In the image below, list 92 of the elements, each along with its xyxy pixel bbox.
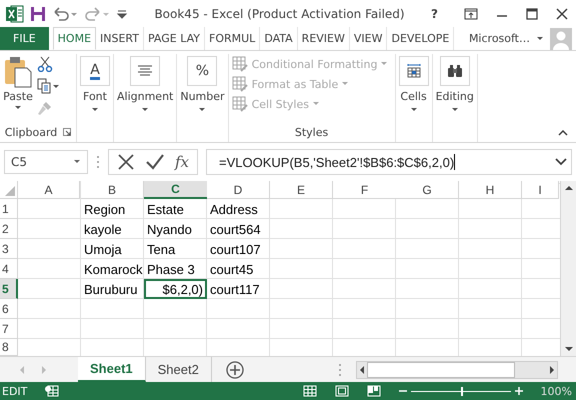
- row-header[interactable]: 7: [0, 319, 18, 339]
- table-cell-text: court117: [209, 280, 261, 298]
- expand-icon[interactable]: [555, 158, 567, 166]
- cancel-icon[interactable]: [117, 153, 135, 171]
- table-icon: [406, 64, 422, 78]
- undo-icon[interactable]: [52, 6, 78, 22]
- caret-icon: [381, 62, 388, 66]
- column-header[interactable]: D: [207, 181, 270, 199]
- table-cell-text: court564: [209, 220, 262, 238]
- copy-icon[interactable]: [37, 78, 59, 94]
- table-cell-text: court45: [209, 260, 254, 278]
- column-header[interactable]: G: [396, 181, 459, 199]
- caret-icon: [141, 107, 150, 113]
- caret-icon: [91, 107, 99, 113]
- zoom-level[interactable]: 100%: [540, 384, 572, 398]
- row-header[interactable]: 5: [0, 279, 18, 299]
- vertical-scrollbar[interactable]: [560, 181, 576, 356]
- sheet-tab[interactable]: Sheet1: [78, 357, 146, 382]
- ribbon-display-icon[interactable]: [464, 8, 478, 20]
- row-header[interactable]: 8: [0, 339, 18, 356]
- help-button[interactable]: ?: [431, 6, 438, 20]
- scrollbar-thumb[interactable]: [367, 362, 515, 378]
- column-header[interactable]: C: [144, 181, 208, 199]
- file-tab[interactable]: FILE: [0, 27, 49, 50]
- caret-icon: [14, 105, 22, 111]
- collapse-ribbon-icon[interactable]: [558, 130, 568, 136]
- row-header[interactable]: 2: [0, 219, 18, 239]
- table-cell-text: Komarock: [83, 260, 144, 278]
- binoculars-icon: [446, 64, 463, 78]
- table-icon: [232, 56, 248, 72]
- dialog-launcher-icon[interactable]: [63, 128, 72, 136]
- table-cell-text: Estate: [146, 200, 185, 218]
- ribbon-tab[interactable]: HOME: [52, 27, 96, 50]
- caret-icon[interactable]: [536, 36, 544, 42]
- table-cell-text: Umoja: [83, 240, 123, 259]
- row-header[interactable]: 6: [0, 299, 18, 319]
- customize-menu-icon[interactable]: [116, 8, 128, 20]
- name-box[interactable]: C5: [4, 150, 88, 174]
- zoom-in-icon[interactable]: [514, 387, 523, 395]
- paste-button[interactable]: Paste: [3, 54, 33, 122]
- account-name[interactable]: Microsoft…: [460, 27, 530, 50]
- caret-icon: [450, 107, 459, 113]
- excel-logo-icon: [6, 4, 24, 22]
- ribbon-button[interactable]: % Number: [180, 54, 225, 113]
- table-cell-text: Phase 3: [146, 260, 196, 278]
- page-break-icon[interactable]: [366, 385, 381, 397]
- align-lines-icon: [137, 65, 154, 77]
- normal-view-icon[interactable]: [302, 385, 317, 397]
- enter-check-icon[interactable]: [145, 153, 165, 171]
- column-header[interactable]: E: [270, 181, 333, 199]
- drag-handle-icon[interactable]: [338, 362, 342, 376]
- table-cell-text: Buruburu: [83, 280, 138, 298]
- drag-handle-icon[interactable]: [96, 155, 100, 169]
- caret-icon: [198, 107, 206, 113]
- column-header[interactable]: A: [18, 181, 80, 199]
- scissors-icon[interactable]: [37, 56, 53, 72]
- row-header[interactable]: 4: [0, 259, 18, 279]
- insert-function-button[interactable]: fx: [175, 153, 190, 171]
- row-header[interactable]: 1: [0, 199, 18, 219]
- caret-icon: [312, 102, 319, 106]
- ribbon-button[interactable]: Alignment: [117, 54, 174, 113]
- column-header[interactable]: H: [459, 181, 522, 199]
- column-header[interactable]: I: [522, 181, 559, 199]
- status-mode: EDIT: [2, 384, 28, 398]
- column-header[interactable]: F: [333, 181, 397, 199]
- close-icon[interactable]: [556, 8, 568, 20]
- macro-record-icon[interactable]: [45, 385, 60, 397]
- page-layout-icon[interactable]: [334, 385, 349, 397]
- table-cell-text: kayole: [83, 220, 123, 239]
- add-sheet-icon[interactable]: [226, 360, 244, 378]
- row-header[interactable]: 3: [0, 239, 18, 259]
- table-cell-text: Tena: [146, 240, 176, 258]
- table-cell-text: Nyando: [146, 220, 193, 239]
- caret-icon: [342, 82, 348, 86]
- caret-icon: [73, 159, 81, 165]
- slider-thumb[interactable]: [460, 386, 463, 396]
- table-icon: [232, 76, 248, 92]
- group-label: Styles: [294, 126, 328, 138]
- group-label: Clipboard: [4, 126, 58, 138]
- maximize-icon[interactable]: [526, 8, 538, 20]
- table-cell-text: Address: [209, 200, 259, 218]
- clipboard-icon: [3, 54, 33, 88]
- horizontal-scrollbar[interactable]: [356, 360, 558, 378]
- caret-icon: [410, 107, 418, 113]
- table-cell-text: Region: [83, 200, 126, 219]
- ribbon-button[interactable]: Editing: [436, 54, 474, 113]
- window-title: Book45 - Excel (Product Activation Failed): [153, 6, 406, 20]
- column-header[interactable]: B: [81, 181, 144, 199]
- formula-field[interactable]: =VLOOKUP(B5,'Sheet2'!$B$6:$C$6,2,0): [206, 149, 572, 175]
- active-cell[interactable]: $6,2,0): [144, 279, 207, 299]
- table-cell-text: court107: [209, 240, 262, 258]
- table-icon: [232, 96, 248, 112]
